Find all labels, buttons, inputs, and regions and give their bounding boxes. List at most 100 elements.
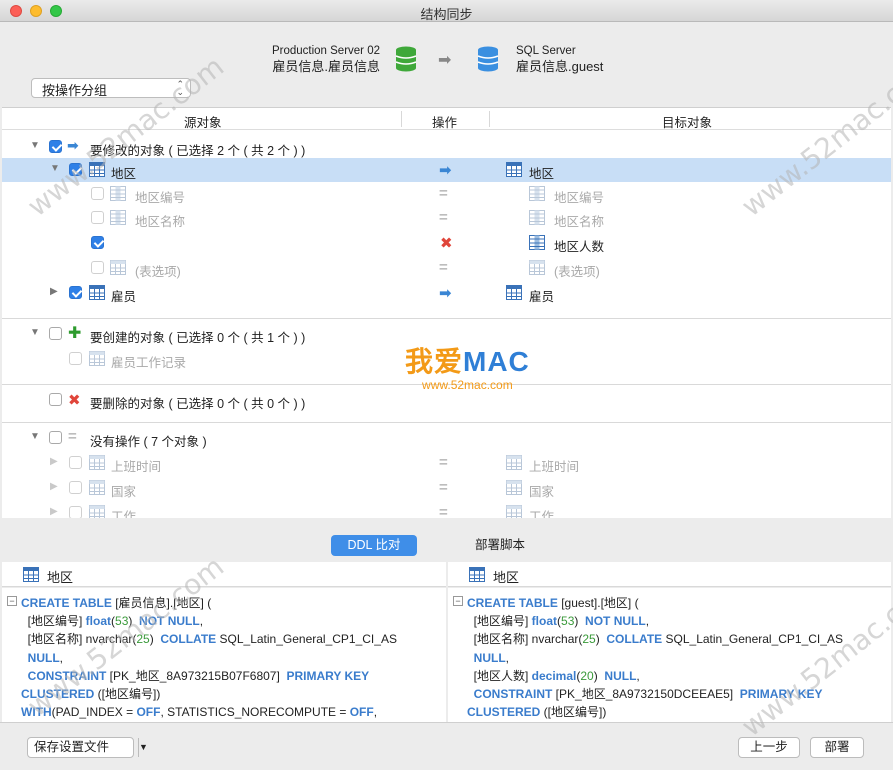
target-object-label: 雇员 bbox=[529, 290, 555, 304]
table-icon bbox=[89, 351, 105, 366]
no-change-equal-icon: = bbox=[439, 454, 448, 471]
group-create-checkbox[interactable] bbox=[49, 327, 62, 340]
tree-row-employee[interactable]: ▶ 雇员 ➡ 雇员 bbox=[2, 281, 891, 305]
row-checkbox[interactable] bbox=[69, 286, 82, 299]
column-icon bbox=[529, 186, 545, 201]
tab-ddl-compare[interactable]: DDL 比对 bbox=[331, 535, 417, 556]
group-no-action-label: 没有操作 ( 7 个对象 ) bbox=[90, 435, 207, 449]
col-target[interactable]: 目标对象 bbox=[662, 112, 712, 131]
no-change-equal-icon: = bbox=[439, 504, 448, 518]
col-source[interactable]: 源对象 bbox=[184, 112, 222, 131]
target-object-label: 地区编号 bbox=[554, 191, 605, 205]
target-database-icon bbox=[477, 46, 499, 72]
tree-row-region-code[interactable]: 地区编号 = 地区编号 bbox=[2, 182, 891, 206]
source-object-label: 雇员 bbox=[111, 290, 137, 304]
tree-row-shift-time[interactable]: ▶ 上班时间 = 上班时间 bbox=[2, 451, 891, 475]
row-checkbox[interactable] bbox=[91, 187, 104, 200]
source-object-label: 雇员工作记录 bbox=[111, 356, 187, 370]
fold-minus-icon[interactable]: − bbox=[7, 596, 17, 606]
no-change-equal-icon: = bbox=[439, 479, 448, 496]
expand-triangle-icon[interactable]: ▶ bbox=[50, 506, 58, 517]
expand-triangle-icon[interactable]: ▶ bbox=[50, 481, 58, 492]
dropdown-arrow-icon[interactable]: ▼ bbox=[138, 738, 161, 757]
group-by-select[interactable]: 按操作分组 ⌃ ⌄ bbox=[31, 78, 191, 98]
target-object-label: 上班时间 bbox=[529, 460, 580, 474]
target-connection: SQL Server 雇员信息.guest bbox=[516, 44, 716, 74]
group-delete-checkbox[interactable] bbox=[49, 393, 62, 406]
deploy-button[interactable]: 部署 bbox=[810, 737, 864, 758]
ddl-right-code[interactable]: − CREATE TABLE [guest].[地区] ( [地区编号] flo… bbox=[448, 588, 891, 722]
row-checkbox[interactable] bbox=[69, 163, 82, 176]
target-server-name: SQL Server bbox=[516, 45, 576, 57]
no-change-equal-icon: = bbox=[439, 209, 448, 226]
table-icon bbox=[506, 455, 522, 470]
source-server-name: Production Server 02 bbox=[271, 45, 380, 57]
source-database-icon bbox=[395, 46, 417, 72]
row-checkbox[interactable] bbox=[69, 506, 82, 518]
ddl-left-code[interactable]: − CREATE TABLE [雇员信息].[地区] ( [地区编号] floa… bbox=[2, 588, 446, 722]
tree-row-region[interactable]: ▼ 地区 ➡ 地区 bbox=[2, 158, 891, 182]
modify-arrow-icon: ➡ bbox=[439, 162, 452, 179]
row-checkbox[interactable] bbox=[69, 481, 82, 494]
tree-row-employee-log[interactable]: 雇员工作记录 bbox=[2, 347, 891, 371]
column-icon bbox=[110, 210, 126, 225]
group-create-row[interactable]: ▼ ✚ 要创建的对象 ( 已选择 0 个 ( 共 1 个 ) ) bbox=[2, 322, 891, 346]
group-no-action-row[interactable]: ▼ = 没有操作 ( 7 个对象 ) bbox=[2, 426, 891, 450]
source-connection: Production Server 02 雇员信息.雇员信息 bbox=[230, 44, 380, 74]
structure-sync-window: 结构同步 按操作分组 ⌃ ⌄ Production Server 02 雇员信息.… bbox=[0, 0, 893, 770]
table-icon bbox=[23, 567, 39, 582]
group-by-select-value: 按操作分组 bbox=[42, 83, 108, 98]
tree-row-country[interactable]: ▶ 国家 = 国家 bbox=[2, 476, 891, 500]
window-title: 结构同步 bbox=[420, 7, 473, 22]
fold-minus-icon[interactable]: − bbox=[453, 596, 463, 606]
save-profile-button[interactable]: 保存设置文件 ▼ bbox=[27, 737, 148, 758]
title-bar: 结构同步 bbox=[0, 0, 893, 22]
collapse-triangle-icon[interactable]: ▼ bbox=[30, 431, 40, 442]
col-operation[interactable]: 操作 bbox=[432, 112, 457, 131]
expand-triangle-icon[interactable]: ▶ bbox=[50, 286, 58, 297]
source-object-label: (表选项) bbox=[135, 265, 181, 279]
tree-row-region-population[interactable]: ✖ 地区人数 bbox=[2, 231, 891, 255]
ddl-right-text: CREATE TABLE [guest].[地区] ( [地区编号] float… bbox=[467, 596, 843, 720]
group-delete-label: 要删除的对象 ( 已选择 0 个 ( 共 0 个 ) ) bbox=[90, 397, 306, 411]
comparison-tree: 源对象 操作 目标对象 ▼ ➡ 要修改的对象 ( 已选择 2 个 ( 共 2 个… bbox=[2, 107, 891, 518]
source-object-label: 工作 bbox=[111, 510, 137, 518]
table-icon bbox=[506, 480, 522, 495]
delete-x-icon: ✖ bbox=[440, 235, 453, 252]
add-plus-icon: ✚ bbox=[68, 325, 82, 342]
target-object-name: 雇员信息.guest bbox=[516, 59, 604, 74]
table-icon bbox=[89, 455, 105, 470]
group-delete-row[interactable]: ✖ 要删除的对象 ( 已选择 0 个 ( 共 0 个 ) ) bbox=[2, 388, 891, 412]
ddl-left-text: CREATE TABLE [雇员信息].[地区] ( [地区编号] float(… bbox=[21, 596, 397, 720]
no-change-equal-icon: = bbox=[68, 428, 77, 445]
group-no-action-checkbox[interactable] bbox=[49, 431, 62, 444]
row-checkbox[interactable] bbox=[69, 352, 82, 365]
no-change-equal-icon: = bbox=[439, 185, 448, 202]
ddl-right-title: 地区 bbox=[493, 570, 520, 585]
tree-row-job[interactable]: ▶ 工作 = 工作 bbox=[2, 501, 891, 518]
collapse-triangle-icon[interactable]: ▼ bbox=[50, 163, 60, 174]
previous-step-button[interactable]: 上一步 bbox=[738, 737, 800, 758]
tab-deploy-script[interactable]: 部署脚本 bbox=[452, 535, 548, 556]
sync-direction-arrow-icon: ➡ bbox=[438, 52, 452, 69]
column-icon bbox=[529, 210, 545, 225]
group-modify-checkbox[interactable] bbox=[49, 140, 62, 153]
expand-triangle-icon[interactable]: ▶ bbox=[50, 456, 58, 467]
select-chevron-icon: ⌃ ⌄ bbox=[176, 79, 184, 97]
row-checkbox[interactable] bbox=[91, 211, 104, 224]
source-object-label: 地区编号 bbox=[135, 191, 186, 205]
row-checkbox[interactable] bbox=[91, 236, 104, 249]
row-checkbox[interactable] bbox=[69, 456, 82, 469]
group-modify-label: 要修改的对象 ( 已选择 2 个 ( 共 2 个 ) ) bbox=[90, 144, 306, 158]
row-checkbox[interactable] bbox=[91, 261, 104, 274]
group-modify-row[interactable]: ▼ ➡ 要修改的对象 ( 已选择 2 个 ( 共 2 个 ) ) bbox=[2, 135, 891, 159]
table-icon bbox=[89, 162, 105, 177]
column-icon bbox=[110, 186, 126, 201]
tree-row-table-options[interactable]: (表选项) = (表选项) bbox=[2, 256, 891, 280]
tree-row-region-name[interactable]: 地区名称 = 地区名称 bbox=[2, 206, 891, 230]
collapse-triangle-icon[interactable]: ▼ bbox=[30, 327, 40, 338]
ddl-left-title: 地区 bbox=[47, 570, 74, 585]
collapse-triangle-icon[interactable]: ▼ bbox=[30, 140, 40, 151]
tree-column-header: 源对象 操作 目标对象 bbox=[2, 108, 891, 130]
group-create-label: 要创建的对象 ( 已选择 0 个 ( 共 1 个 ) ) bbox=[90, 331, 306, 345]
